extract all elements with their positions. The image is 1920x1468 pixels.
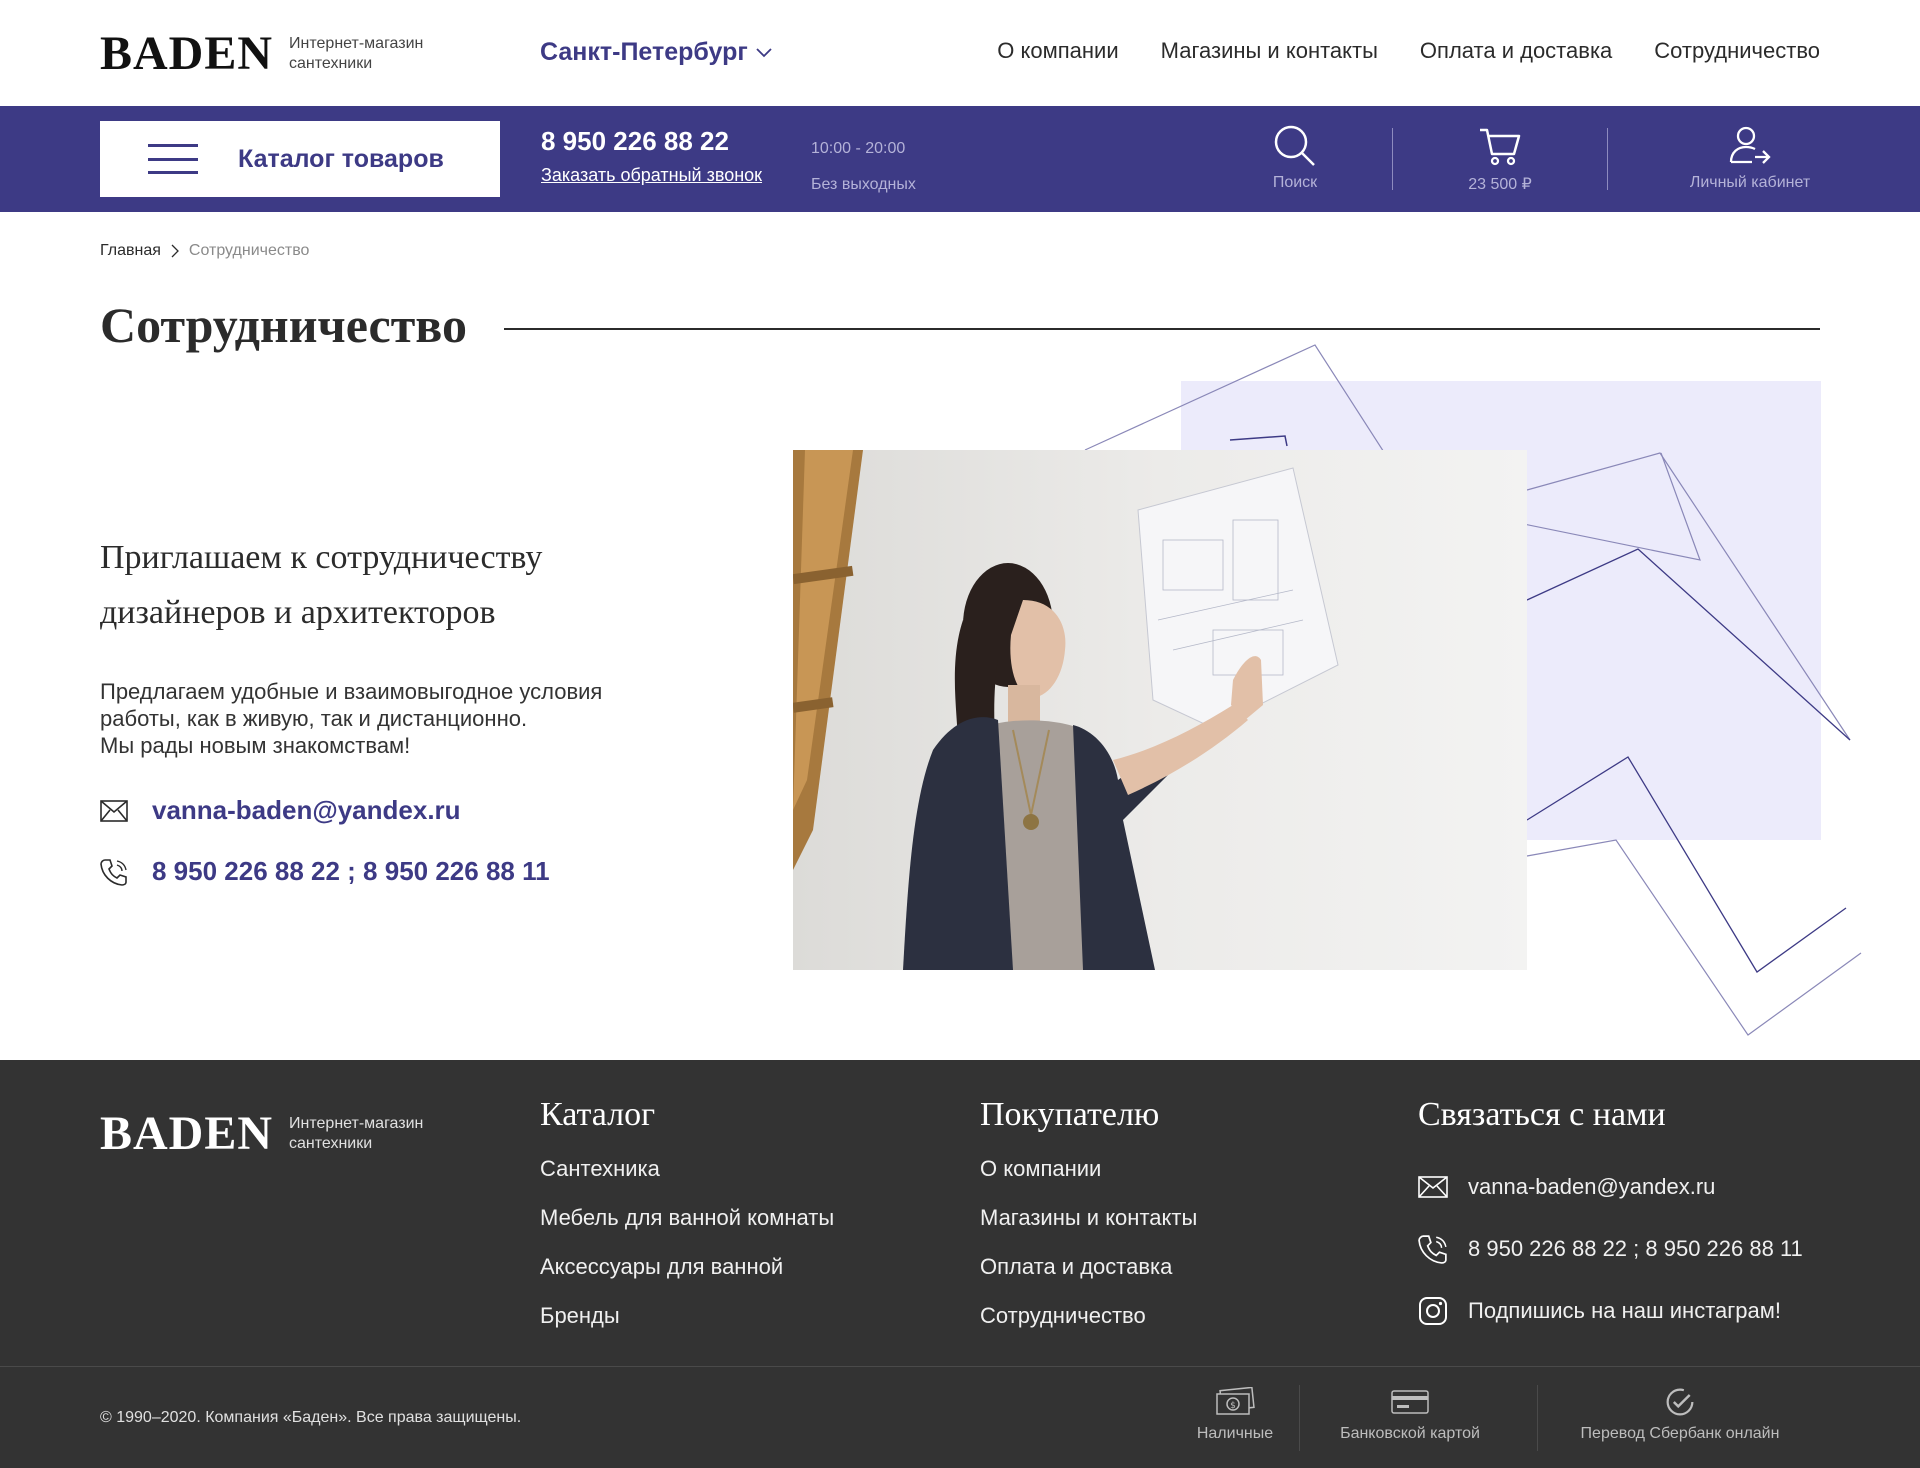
catalog-label: Каталог товаров — [238, 144, 444, 173]
footer-catalog: Каталог Сантехника Мебель для ванной ком… — [540, 1096, 834, 1352]
logo-text: BADEN — [100, 1107, 274, 1160]
footer-contacts-title: Связаться с нами — [1418, 1096, 1666, 1133]
nav-item-stores[interactable]: Магазины и контакты — [1161, 38, 1378, 64]
mail-icon — [1418, 1176, 1448, 1198]
menu-icon — [148, 144, 198, 174]
search-button[interactable]: Поиск — [1245, 124, 1345, 192]
divider — [1299, 1385, 1300, 1451]
footer-buyer-title: Покупателю — [980, 1096, 1160, 1133]
callback-link[interactable]: Заказать обратный звонок — [541, 165, 762, 186]
hours-label: 10:00 - 20:00 — [811, 140, 906, 157]
cash-icon: $ — [1216, 1387, 1255, 1415]
footer-email[interactable]: vanna-baden@yandex.ru — [1418, 1156, 1803, 1218]
header-phone[interactable]: 8 950 226 88 22 — [541, 126, 762, 157]
footer-instagram[interactable]: Подпишись на наш инстаграм! — [1418, 1280, 1803, 1342]
page-title: Сотрудничество — [100, 297, 467, 353]
payment-label: Банковской картой — [1340, 1425, 1480, 1442]
phone-icon — [100, 858, 127, 886]
nav-item-about[interactable]: О компании — [997, 38, 1118, 64]
chevron-right-icon — [171, 244, 179, 258]
instagram-icon — [1419, 1297, 1447, 1325]
footer-link[interactable]: Сотрудничество — [980, 1303, 1197, 1352]
footer-link[interactable]: Сантехника — [540, 1156, 834, 1205]
logo-subtitle: Интернет-магазин сантехники — [289, 35, 424, 72]
nav-item-delivery[interactable]: Оплата и доставка — [1420, 38, 1612, 64]
payment-cash: $ Наличные — [1165, 1387, 1305, 1443]
footer-catalog-title: Каталог — [540, 1096, 656, 1133]
chevron-down-icon — [756, 47, 772, 57]
offer-line: Мы рады новым знакомствам! — [100, 733, 411, 758]
sberbank-icon — [1666, 1388, 1694, 1416]
work-hours: 10:00 - 20:00 Без выходных — [811, 131, 916, 203]
top-nav: О компании Магазины и контакты Оплата и … — [997, 38, 1820, 64]
footer-contacts: Связаться с нами vanna-baden@yandex.ru 8… — [1418, 1096, 1803, 1342]
cart-button[interactable]: 23 500 ₽ — [1440, 124, 1560, 194]
contact-phones[interactable]: 8 950 226 88 22 ; 8 950 226 88 11 — [100, 856, 550, 887]
account-button[interactable]: Личный кабинет — [1675, 124, 1825, 192]
logo-subtitle: Интернет-магазин сантехники — [289, 1115, 424, 1152]
cooperation-photo — [793, 450, 1527, 970]
user-login-icon — [1729, 126, 1771, 164]
nav-item-cooperation[interactable]: Сотрудничество — [1654, 38, 1820, 64]
breadcrumb-home[interactable]: Главная — [100, 242, 161, 260]
payment-sberbank: Перевод Сбербанк онлайн — [1560, 1387, 1800, 1443]
payment-card: Банковской картой — [1320, 1387, 1500, 1443]
logo-text: BADEN — [100, 27, 274, 80]
footer-buyer: Покупателю О компании Магазины и контакт… — [980, 1096, 1197, 1352]
email-link[interactable]: vanna-baden@yandex.ru — [152, 795, 461, 826]
offer-line: Предлагаем удобные и взаимовыгодное усло… — [100, 679, 603, 704]
instagram-link[interactable]: Подпишись на наш инстаграм! — [1468, 1298, 1781, 1324]
footer-link[interactable]: О компании — [980, 1156, 1197, 1205]
footer-phones-link[interactable]: 8 950 226 88 22 ; 8 950 226 88 11 — [1468, 1236, 1803, 1262]
phone-block: 8 950 226 88 22 Заказать обратный звонок — [541, 126, 762, 186]
cart-icon — [1480, 128, 1521, 166]
phones-link[interactable]: 8 950 226 88 22 ; 8 950 226 88 11 — [152, 856, 550, 887]
footer-phones[interactable]: 8 950 226 88 22 ; 8 950 226 88 11 — [1418, 1218, 1803, 1280]
footer-link[interactable]: Мебель для ванной комнаты — [540, 1205, 834, 1254]
phone-icon — [1418, 1235, 1447, 1264]
offer-line: работы, как в живую, так и дистанционно. — [100, 706, 528, 731]
copyright: © 1990–2020. Компания «Баден». Все права… — [100, 1409, 522, 1426]
footer-link[interactable]: Оплата и доставка — [980, 1254, 1197, 1303]
footer-link[interactable]: Аксессуары для ванной — [540, 1254, 834, 1303]
svg-text:$: $ — [1230, 1401, 1236, 1411]
footer-link[interactable]: Магазины и контакты — [980, 1205, 1197, 1254]
invite-heading: Приглашаем к сотрудничеству дизайнеров и… — [100, 530, 680, 640]
breadcrumb-current: Сотрудничество — [188, 242, 310, 259]
invite-line: дизайнеров и архитекторов — [100, 594, 496, 631]
account-label: Личный кабинет — [1689, 174, 1811, 191]
divider — [1392, 128, 1393, 190]
footer-bottom: © 1990–2020. Компания «Баден». Все права… — [0, 1366, 1920, 1468]
footer-email-link[interactable]: vanna-baden@yandex.ru — [1468, 1174, 1715, 1200]
divider — [1607, 128, 1608, 190]
title-divider — [504, 328, 1820, 330]
payment-label: Перевод Сбербанк онлайн — [1580, 1425, 1780, 1442]
payment-label: Наличные — [1196, 1425, 1274, 1442]
search-label: Поиск — [1272, 174, 1318, 191]
city-label: Санкт-Петербург — [540, 38, 748, 66]
logo[interactable]: BADEN Интернет-магазин сантехники — [100, 30, 459, 78]
divider — [1537, 1385, 1538, 1451]
invite-line: Приглашаем к сотрудничеству — [100, 539, 543, 576]
cart-total: 23 500 ₽ — [1468, 176, 1532, 193]
catalog-button[interactable]: Каталог товаров — [100, 121, 500, 197]
top-header: BADEN Интернет-магазин сантехники Санкт-… — [0, 0, 1920, 106]
contact-email[interactable]: vanna-baden@yandex.ru — [100, 795, 461, 826]
footer: BADEN Интернет-магазин сантехники Катало… — [0, 1060, 1920, 1468]
footer-link[interactable]: Бренды — [540, 1303, 834, 1352]
footer-logo[interactable]: BADEN Интернет-магазин сантехники — [100, 1110, 459, 1158]
credit-card-icon — [1391, 1390, 1429, 1414]
main-bar: Каталог товаров 8 950 226 88 22 Заказать… — [0, 106, 1920, 212]
city-selector[interactable]: Санкт-Петербург — [540, 38, 772, 67]
search-icon — [1274, 125, 1315, 166]
breadcrumb: Главная Сотрудничество — [100, 242, 309, 260]
days-label: Без выходных — [811, 176, 916, 193]
offer-text: Предлагаем удобные и взаимовыгодное усло… — [100, 678, 720, 759]
mail-icon — [100, 799, 128, 822]
